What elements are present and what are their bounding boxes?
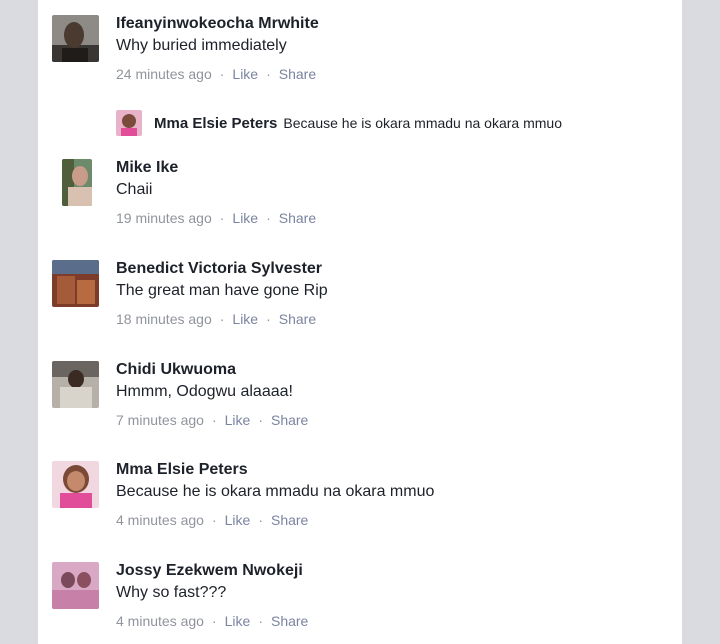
- avatar[interactable]: [52, 361, 99, 408]
- separator: ·: [211, 613, 217, 629]
- comment-feed: Ifeanyinwokeocha Mrwhite Why buried imme…: [38, 0, 682, 644]
- timestamp: 24 minutes ago: [116, 66, 212, 82]
- share-link[interactable]: Share: [271, 412, 308, 428]
- comment-meta: 4 minutes ago · Like · Share: [116, 511, 434, 529]
- comment-text: Why so fast???: [116, 584, 227, 601]
- separator: ·: [211, 512, 217, 528]
- separator: ·: [266, 210, 271, 226]
- commenter-name[interactable]: Benedict Victoria Sylvester: [116, 258, 328, 280]
- share-link[interactable]: Share: [271, 512, 308, 528]
- timestamp: 19 minutes ago: [116, 210, 212, 226]
- comment-meta: 24 minutes ago · Like · Share: [116, 65, 319, 83]
- separator: ·: [258, 512, 263, 528]
- comment-meta: 19 minutes ago · Like · Share: [116, 209, 316, 227]
- commenter-name[interactable]: Mike Ike: [116, 157, 316, 179]
- separator: ·: [219, 311, 225, 327]
- commenter-name[interactable]: Jossy Ezekwem Nwokeji: [116, 560, 308, 582]
- comment-text: Hmmm, Odogwu alaaaa!: [116, 383, 293, 400]
- comment-text: Because he is okara mmadu na okara mmuo: [116, 483, 435, 500]
- separator: ·: [266, 66, 271, 82]
- comment-text: Why buried immediately: [116, 37, 287, 54]
- commenter-name[interactable]: Mma Elsie Peters: [116, 459, 434, 481]
- separator: ·: [211, 412, 217, 428]
- share-link[interactable]: Share: [279, 66, 316, 82]
- separator: ·: [266, 311, 271, 327]
- like-link[interactable]: Like: [225, 412, 251, 428]
- share-link[interactable]: Share: [279, 210, 316, 226]
- timestamp: 4 minutes ago: [116, 613, 204, 629]
- timestamp: 18 minutes ago: [116, 311, 212, 327]
- timestamp: 7 minutes ago: [116, 412, 204, 428]
- avatar[interactable]: [62, 159, 92, 206]
- like-link[interactable]: Like: [232, 311, 258, 327]
- share-link[interactable]: Share: [271, 613, 308, 629]
- comment-meta: 7 minutes ago · Like · Share: [116, 411, 308, 429]
- commenter-name[interactable]: Chidi Ukwuoma: [116, 359, 308, 381]
- separator: ·: [258, 412, 263, 428]
- separator: ·: [258, 613, 263, 629]
- timestamp: 4 minutes ago: [116, 512, 204, 528]
- like-link[interactable]: Like: [225, 512, 251, 528]
- separator: ·: [219, 210, 225, 226]
- like-link[interactable]: Like: [225, 613, 251, 629]
- share-link[interactable]: Share: [279, 311, 316, 327]
- comment-meta: 4 minutes ago · Like · Share: [116, 612, 308, 630]
- reply-text: Because he is okara mmadu na okara mmuo: [283, 115, 562, 131]
- avatar[interactable]: [116, 110, 142, 136]
- avatar[interactable]: [52, 562, 99, 609]
- avatar[interactable]: [52, 260, 99, 307]
- reply-author-name[interactable]: Mma Elsie Peters: [154, 115, 277, 132]
- like-link[interactable]: Like: [232, 66, 258, 82]
- avatar[interactable]: [52, 461, 99, 508]
- comment-meta: 18 minutes ago · Like · Share: [116, 310, 328, 328]
- avatar[interactable]: [52, 15, 99, 62]
- comment-text: The great man have gone Rip: [116, 282, 328, 299]
- commenter-name[interactable]: Ifeanyinwokeocha Mrwhite: [116, 13, 319, 35]
- separator: ·: [219, 66, 225, 82]
- reply-item: Mma Elsie Peters Because he is okara mmad…: [116, 109, 676, 139]
- like-link[interactable]: Like: [232, 210, 258, 226]
- comment-text: Chaii: [116, 181, 153, 198]
